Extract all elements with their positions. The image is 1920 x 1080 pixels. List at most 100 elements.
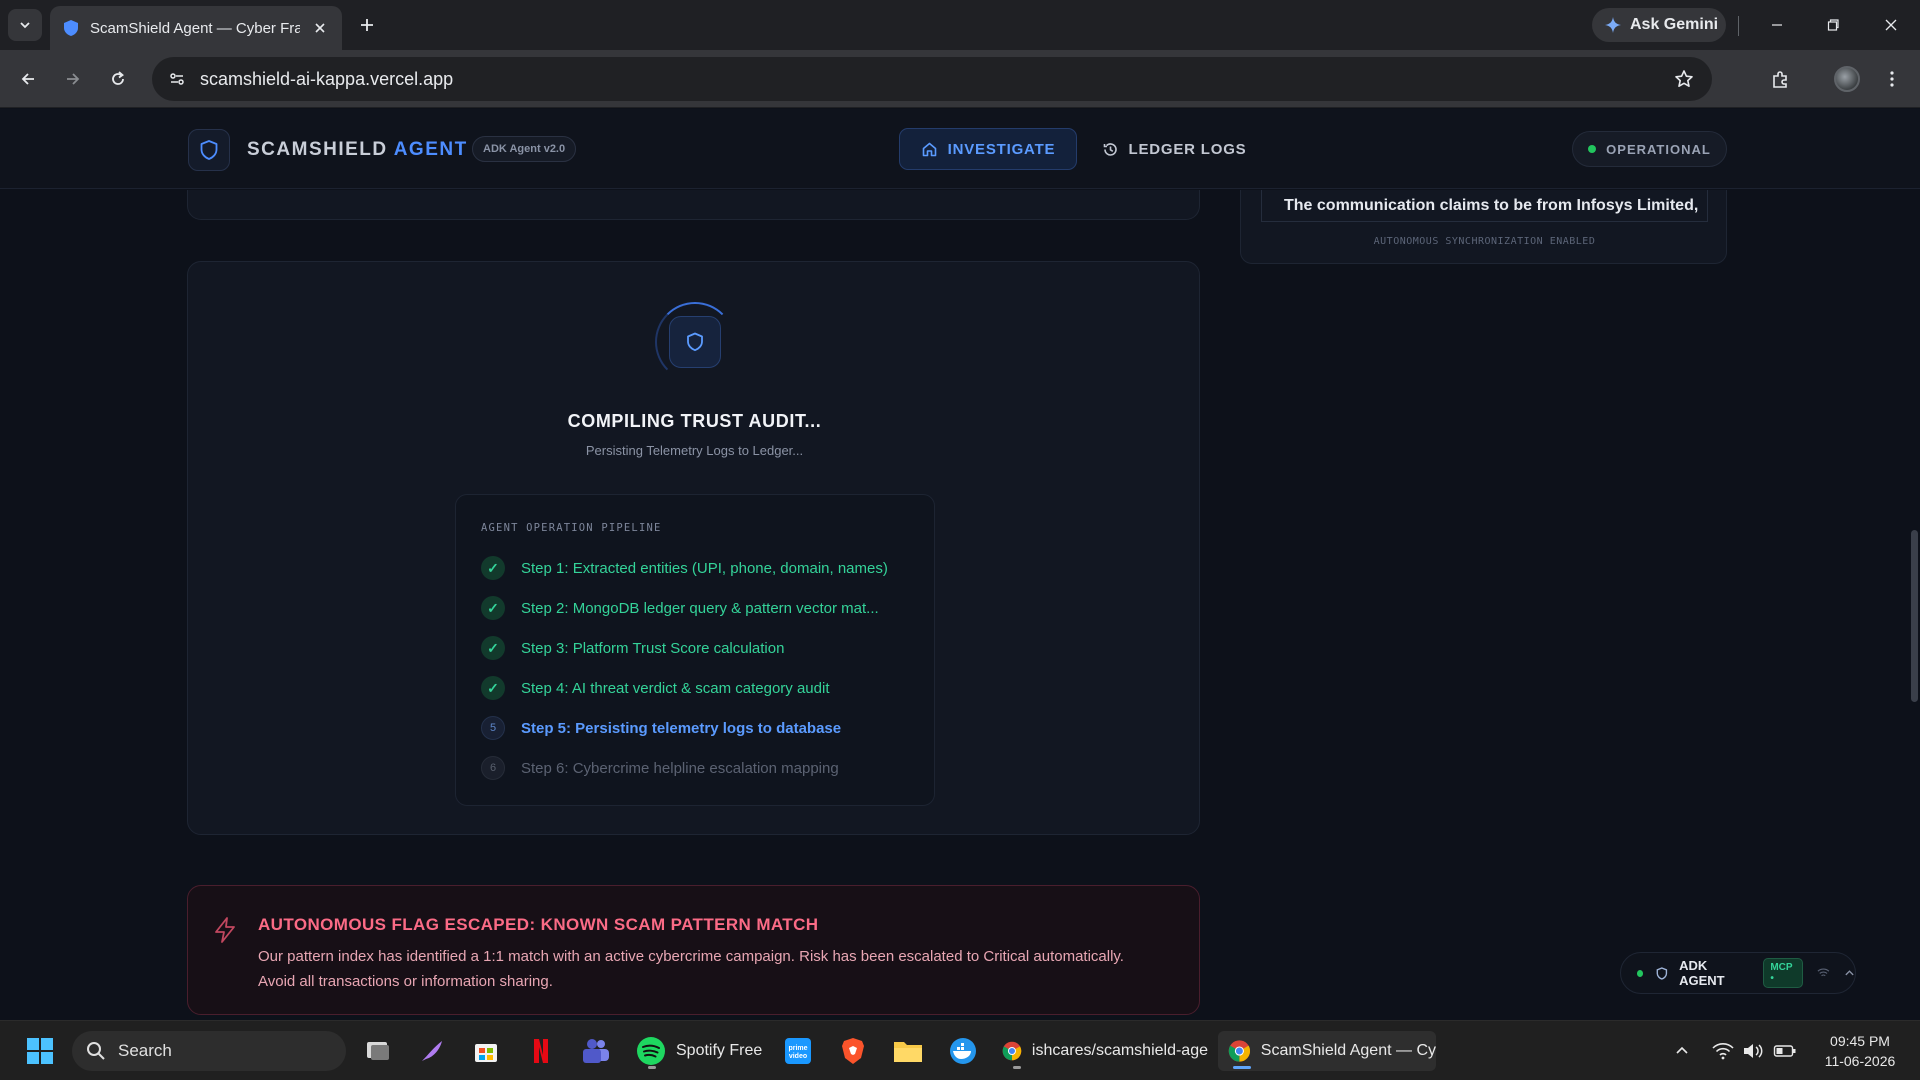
minimize-icon[interactable] — [1757, 10, 1797, 40]
alert-title: AUTONOMOUS FLAG ESCAPED: KNOWN SCAM PATT… — [258, 915, 819, 934]
history-icon — [1103, 142, 1117, 156]
microsoft-store-icon[interactable] — [466, 1031, 506, 1071]
brave-browser-icon[interactable] — [833, 1031, 873, 1071]
step-label: Step 4: AI threat verdict & scam categor… — [521, 679, 830, 697]
battery-icon[interactable] — [1770, 1031, 1800, 1071]
wifi-icon[interactable] — [1708, 1031, 1738, 1071]
nav-ledger-label: LEDGER LOGS — [1128, 140, 1247, 158]
nav-ledger-logs[interactable]: LEDGER LOGS — [1100, 128, 1248, 170]
new-tab-icon[interactable] — [354, 12, 380, 38]
adk-agent-widget[interactable]: ADK AGENT MCP • — [1620, 952, 1856, 994]
docker-icon[interactable] — [943, 1031, 983, 1071]
step-label: Step 1: Extracted entities (UPI, phone, … — [521, 559, 888, 577]
app-logo[interactable] — [188, 129, 230, 171]
sync-note: AUTONOMOUS SYNCHRONIZATION ENABLED — [1373, 236, 1596, 247]
gemini-sparkle-icon — [1605, 17, 1621, 33]
wifi-icon — [1817, 968, 1830, 977]
clock-date: 11-06-2026 — [1824, 1053, 1896, 1069]
check-icon: ✓ — [481, 676, 505, 700]
spotify-taskbar-button[interactable]: Spotify Free — [630, 1031, 764, 1071]
check-icon: ✓ — [481, 556, 505, 580]
tab-search-button[interactable] — [8, 9, 42, 41]
side-panel-snippet: The communication claims to be from Info… — [1261, 190, 1708, 222]
tab-close-icon[interactable] — [310, 18, 330, 38]
loading-spinner — [655, 302, 735, 382]
prime-video-icon[interactable]: prime video — [778, 1031, 818, 1071]
svg-text:video: video — [789, 1053, 807, 1060]
step-number: 5 — [481, 716, 505, 740]
browser-menu-icon[interactable] — [1876, 63, 1908, 95]
pipeline-label: AGENT OPERATION PIPELINE — [481, 522, 662, 534]
agent-pipeline: AGENT OPERATION PIPELINE ✓ Step 1: Extra… — [455, 494, 935, 806]
previous-card-bottom — [187, 190, 1200, 220]
teams-icon[interactable] — [576, 1031, 616, 1071]
chevron-down-icon — [20, 22, 30, 29]
extensions-puzzle-icon[interactable] — [1765, 63, 1797, 95]
side-panel: The communication claims to be from Info… — [1240, 190, 1727, 264]
brand-accent: AGENT — [393, 139, 468, 160]
tab-title: ScamShield Agent — Cyber Fra — [90, 19, 300, 37]
audit-title: COMPILING TRUST AUDIT... — [567, 411, 822, 431]
page-scrollbar[interactable] — [1911, 530, 1918, 702]
pipeline-step: ✓ Step 4: AI threat verdict & scam categ… — [481, 675, 830, 701]
restore-icon[interactable] — [1813, 10, 1853, 40]
step-label: Step 2: MongoDB ledger query & pattern v… — [521, 599, 879, 617]
main-content: The communication claims to be from Info… — [0, 190, 1920, 1020]
close-window-icon[interactable] — [1871, 10, 1911, 40]
chrome-window-scamshield[interactable]: ScamShield Agent — Cy — [1218, 1031, 1436, 1071]
home-icon — [922, 142, 936, 156]
taskbar-search-label: Search — [118, 1041, 172, 1060]
scam-pattern-alert: AUTONOMOUS FLAG ESCAPED: KNOWN SCAM PATT… — [187, 885, 1200, 1015]
chrome-window-repo-label: ishcares/scamshield-age — [1031, 1042, 1208, 1059]
version-badge: ADK Agent v2.0 — [472, 136, 577, 162]
alert-body: Our pattern index has identified a 1:1 m… — [258, 948, 1124, 990]
brand-name[interactable]: SCAMSHIELD AGENT — [247, 139, 468, 161]
agent-status-dot — [1637, 969, 1644, 977]
check-icon: ✓ — [481, 636, 505, 660]
show-hidden-icons-chevron-icon[interactable] — [1664, 1031, 1700, 1071]
task-view-icon[interactable] — [358, 1031, 398, 1071]
adk-agent-label: ADK AGENT — [1679, 958, 1725, 988]
site-settings-icon[interactable] — [168, 70, 186, 88]
step-number: 6 — [481, 756, 505, 780]
step-label: Step 5: Persisting telemetry logs to dat… — [521, 719, 842, 737]
system-status-badge: OPERATIONAL — [1572, 131, 1727, 167]
pipeline-step-active: 5 Step 5: Persisting telemetry logs to d… — [481, 715, 841, 741]
back-arrow-icon[interactable] — [12, 63, 44, 95]
spinner-core — [669, 316, 721, 368]
lightning-bolt-icon — [215, 917, 235, 943]
bookmark-star-icon[interactable] — [1674, 69, 1694, 94]
nav-investigate[interactable]: INVESTIGATE — [899, 128, 1077, 170]
netflix-icon[interactable] — [521, 1031, 561, 1071]
step-label: Step 3: Platform Trust Score calculation — [521, 639, 785, 657]
browser-toolbar: scamshield-ai-kappa.vercel.app — [0, 50, 1920, 108]
feather-app-icon[interactable] — [412, 1031, 452, 1071]
taskbar-clock[interactable]: 09:45 PM 11-06-2026 — [1810, 1031, 1910, 1071]
spotify-label: Spotify Free — [676, 1042, 763, 1059]
pipeline-step: ✓ Step 3: Platform Trust Score calculati… — [481, 635, 784, 661]
active-indicator — [1233, 1066, 1251, 1069]
status-dot — [1588, 145, 1597, 153]
shield-icon — [687, 332, 703, 352]
forward-arrow-icon[interactable] — [57, 63, 89, 95]
taskbar-search[interactable]: Search — [72, 1031, 346, 1071]
chrome-window-repo[interactable]: ishcares/scamshield-age — [998, 1031, 1208, 1071]
chrome-icon — [1002, 1041, 1022, 1061]
brand-main: SCAMSHIELD — [247, 139, 388, 160]
pipeline-step: ✓ Step 2: MongoDB ledger query & pattern… — [481, 595, 879, 621]
url-text: scamshield-ai-kappa.vercel.app — [200, 68, 454, 89]
windows-start-icon[interactable] — [20, 1031, 60, 1071]
file-explorer-icon[interactable] — [888, 1031, 928, 1071]
profile-avatar[interactable] — [1834, 66, 1860, 92]
volume-icon[interactable] — [1738, 1031, 1768, 1071]
chrome-window-scamshield-label: ScamShield Agent — Cy — [1260, 1042, 1436, 1059]
chevron-up-icon[interactable] — [1844, 967, 1855, 979]
pipeline-step-pending: 6 Step 6: Cybercrime helpline escalation… — [481, 755, 839, 781]
clock-time: 09:45 PM — [1830, 1033, 1890, 1049]
status-label: OPERATIONAL — [1606, 141, 1711, 157]
browser-tab-active[interactable]: ScamShield Agent — Cyber Fra — [50, 6, 342, 50]
mcp-badge: MCP • — [1763, 958, 1804, 988]
address-bar[interactable]: scamshield-ai-kappa.vercel.app — [152, 57, 1712, 101]
reload-icon[interactable] — [102, 63, 134, 95]
ask-gemini-button[interactable]: Ask Gemini — [1592, 8, 1726, 42]
